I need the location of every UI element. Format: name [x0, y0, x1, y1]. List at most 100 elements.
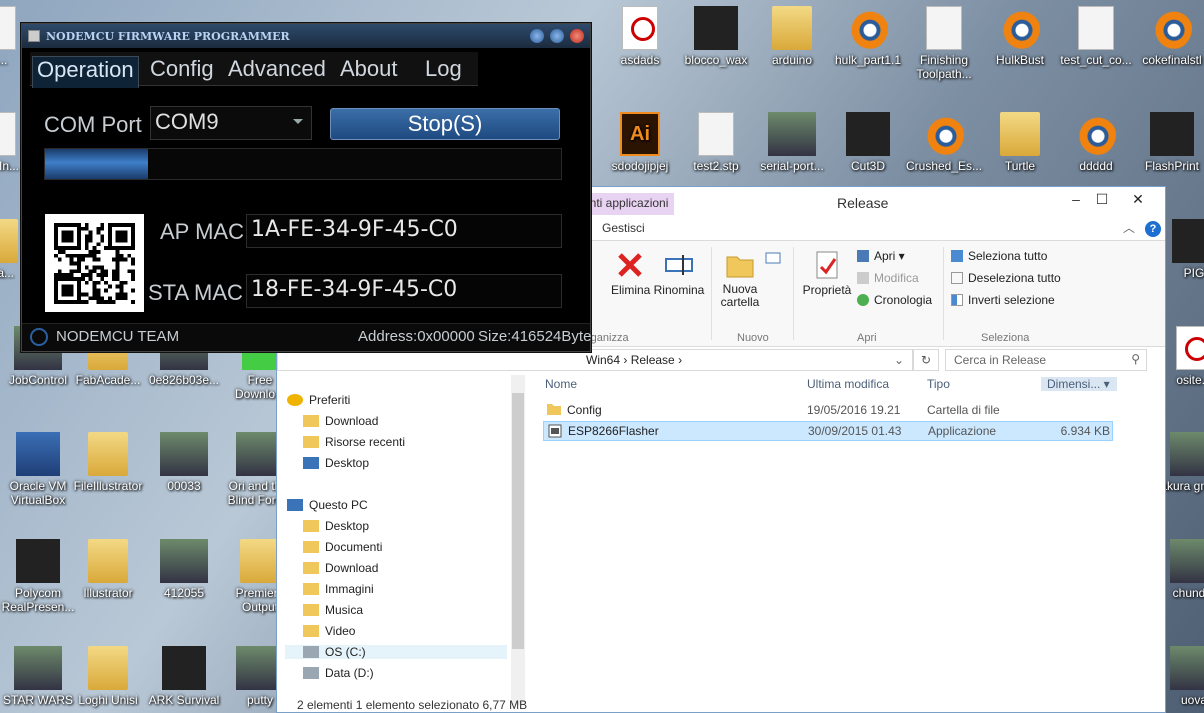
desktop-icon-label: blocco_wax: [684, 53, 748, 67]
desktop-icon[interactable]: cokefinalstl: [1134, 6, 1204, 67]
nav-item[interactable]: Desktop: [303, 519, 369, 533]
desktop-icon[interactable]: Loghi Unisi: [70, 646, 146, 707]
ribbon-separator: [793, 247, 794, 340]
column-size[interactable]: Dimensi... ▾: [1041, 377, 1117, 391]
img-file-icon: [1170, 432, 1204, 476]
new-folder-button[interactable]: Nuova cartella: [717, 249, 763, 309]
search-icon: ⚲: [1131, 352, 1140, 366]
navigation-scrollbar[interactable]: [511, 375, 525, 705]
application-icon: [548, 424, 562, 441]
select-none-button[interactable]: Deseleziona tutto: [951, 271, 1061, 285]
desktop-icon[interactable]: test_cut_co...: [1058, 6, 1134, 67]
desk-icon: [303, 457, 319, 469]
open-button[interactable]: Apri ▾: [857, 249, 905, 263]
desktop-icon[interactable]: FlashPrint: [1134, 112, 1204, 173]
scrollbar-thumb[interactable]: [512, 393, 524, 649]
desktop-icon[interactable]: Crushed_Es...: [906, 112, 982, 173]
desktop-icon-label: Oracle VM VirtualBox: [9, 479, 67, 507]
minimize-button[interactable]: [530, 29, 544, 43]
breadcrumb-release[interactable]: Release: [631, 353, 675, 367]
flash-progress-bar: [44, 148, 562, 180]
search-input[interactable]: Cerca in Release ⚲: [945, 349, 1147, 371]
desktop-icon[interactable]: Oracle VM VirtualBox: [0, 432, 76, 507]
ap-mac-field[interactable]: 1A-FE-34-9F-45-C0: [246, 214, 562, 248]
invert-selection-button[interactable]: Inverti selezione: [951, 293, 1055, 307]
help-icon[interactable]: ?: [1145, 221, 1161, 237]
desktop-icon[interactable]: serial-port...: [754, 112, 830, 173]
desktop-icon[interactable]: Cut3D: [830, 112, 906, 173]
sta-mac-field[interactable]: 18-FE-34-9F-45-C0: [246, 274, 562, 308]
desktop-icon[interactable]: ddddd: [1058, 112, 1134, 173]
new-item-button[interactable]: [761, 251, 787, 269]
maximize-button[interactable]: [550, 29, 564, 43]
desktop-icon[interactable]: 412055: [146, 539, 222, 600]
desktop-icon[interactable]: arduino: [754, 6, 830, 67]
com-port-select[interactable]: COM9: [150, 106, 312, 140]
delete-label: Elimina: [611, 283, 651, 297]
desktop-icon[interactable]: blocco_wax: [678, 6, 754, 67]
group-label-organize: rganizza: [587, 332, 629, 344]
file-row[interactable]: Config 19/05/2016 19.21 Cartella di file: [543, 401, 1113, 421]
tab-config[interactable]: Config: [150, 56, 214, 82]
tab-advanced[interactable]: Advanced: [228, 56, 326, 82]
desktop-icon[interactable]: ARK Survival: [146, 646, 222, 707]
tab-about[interactable]: About: [340, 56, 398, 82]
refresh-button[interactable]: ↻: [913, 349, 939, 371]
close-button[interactable]: [570, 29, 584, 43]
collapse-ribbon-icon[interactable]: ︿: [1123, 219, 1135, 236]
rename-button[interactable]: Rinomina: [653, 249, 705, 297]
star-icon: [287, 394, 303, 406]
nav-item[interactable]: Desktop: [303, 456, 369, 470]
desktop-icon[interactable]: test2.stp: [678, 112, 754, 173]
tab-gestisci[interactable]: Gestisci: [602, 221, 645, 235]
nav-item[interactable]: Immagini: [303, 582, 374, 596]
desktop-icon[interactable]: Illustrator: [70, 539, 146, 600]
nav-item[interactable]: Documenti: [303, 540, 382, 554]
column-name[interactable]: Nome: [545, 377, 577, 391]
delete-button[interactable]: Elimina: [611, 249, 651, 297]
maximize-button[interactable]: ☐: [1087, 191, 1117, 211]
desktop-icon[interactable]: Finishing Toolpath...: [906, 6, 982, 81]
history-button[interactable]: Cronologia: [857, 293, 932, 307]
properties-button[interactable]: Proprietà: [799, 249, 855, 297]
close-button[interactable]: ✕: [1123, 191, 1153, 211]
desktop-icon[interactable]: HulkBust: [982, 6, 1058, 67]
stop-button[interactable]: Stop(S): [330, 108, 560, 140]
nav-item-label: Data (D:): [325, 666, 374, 680]
select-all-button[interactable]: Seleziona tutto: [951, 249, 1047, 263]
group-label-new: Nuovo: [737, 332, 769, 344]
desktop-icon[interactable]: Turtle: [982, 112, 1058, 173]
desktop-icon[interactable]: Polycom RealPresen...: [0, 539, 76, 614]
desktop-icon[interactable]: 00033: [146, 432, 222, 493]
nav-item[interactable]: Risorse recenti: [303, 435, 405, 449]
nav-item[interactable]: OS (C:): [285, 645, 507, 659]
desktop-icon[interactable]: hulk_part1.1: [830, 6, 906, 67]
column-type[interactable]: Tipo: [927, 377, 950, 391]
edit-button[interactable]: Modifica: [857, 271, 919, 285]
desktop-icon-label: Loghi Unisi: [78, 693, 138, 707]
desktop-icon[interactable]: FileIllustrator: [70, 432, 146, 493]
properties-label: Proprietà: [802, 283, 852, 297]
desktop-icon[interactable]: STAR WARS: [0, 646, 76, 707]
file-row-selected[interactable]: ESP8266Flasher 30/09/2015 01.43 Applicaz…: [543, 421, 1113, 441]
nav-item[interactable]: Musica: [303, 603, 363, 617]
file-name: ESP8266Flasher: [568, 424, 659, 438]
column-modified[interactable]: Ultima modifica: [807, 377, 889, 391]
nav-item[interactable]: Download: [303, 414, 378, 428]
nav-item[interactable]: Preferiti: [287, 393, 350, 407]
history-dropdown-icon[interactable]: ⌄: [894, 353, 904, 367]
desktop-icon-label: test_cut_co...: [1060, 53, 1132, 67]
breadcrumb-win64[interactable]: Win64: [586, 353, 620, 367]
desktop-icon[interactable]: asdads: [602, 6, 678, 67]
nav-item[interactable]: Data (D:): [303, 666, 374, 680]
contextual-tab-app-tools[interactable]: enti applicazioni: [577, 193, 675, 215]
nav-item[interactable]: Questo PC: [287, 498, 368, 512]
tab-operation[interactable]: Operation: [32, 56, 139, 88]
desktop-icon[interactable]: Ai sdodojipjej: [602, 112, 678, 173]
tab-log[interactable]: Log: [425, 56, 462, 82]
edit-icon: [857, 272, 869, 284]
address-bar[interactable]: Win64 › Release › ⌄: [277, 349, 913, 371]
nav-item[interactable]: Video: [303, 624, 355, 638]
nav-item[interactable]: Download: [303, 561, 378, 575]
folder-file-icon: [0, 219, 18, 263]
